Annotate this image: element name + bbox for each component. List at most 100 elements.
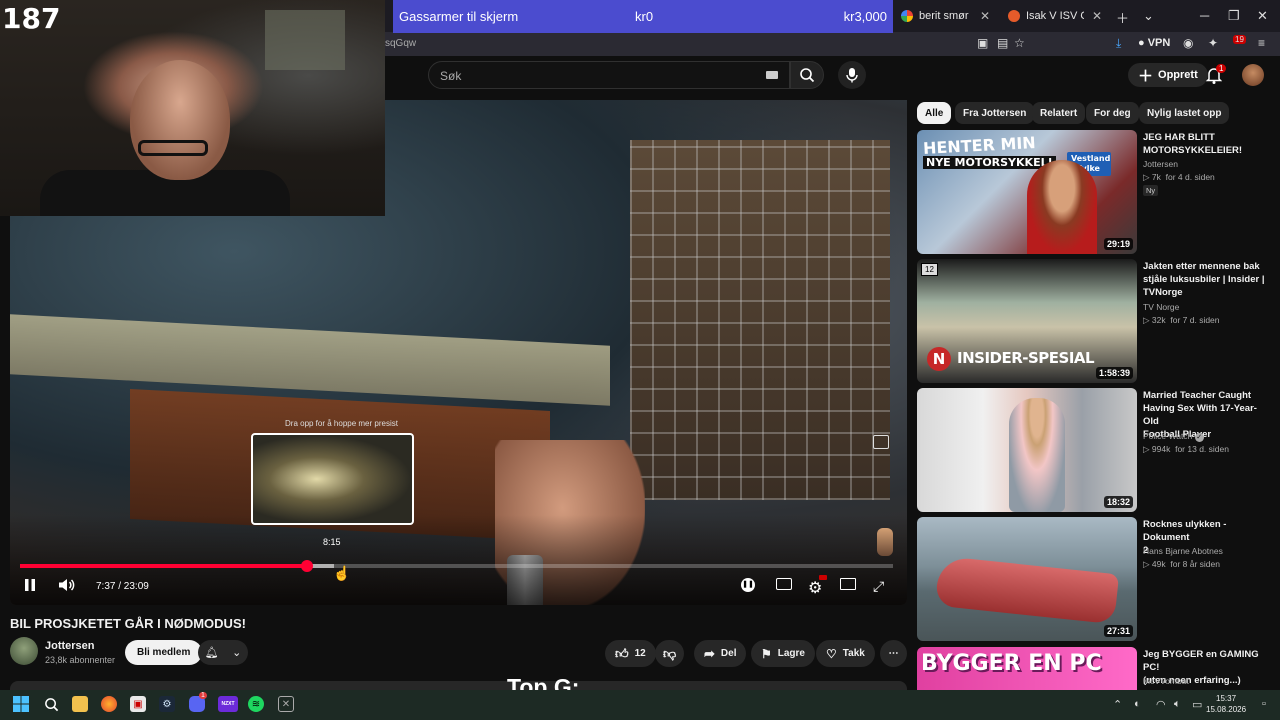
rec-channel[interactable]: Police Watch ✓ xyxy=(1143,431,1204,442)
channel-name[interactable]: Jottersen xyxy=(45,640,95,652)
clock-time: 15:37 xyxy=(1216,694,1237,703)
plus-icon: ＋ xyxy=(1138,67,1154,85)
window-close-icon[interactable]: ✕ xyxy=(1257,8,1268,24)
minimize-icon[interactable]: ─ xyxy=(1200,8,1209,23)
rec-age: for 4 d. siden xyxy=(1165,172,1215,182)
thanks-button[interactable]: ♡ Takk xyxy=(816,640,875,667)
reader-icon[interactable]: ▤ xyxy=(997,36,1008,50)
subscription-bell-button[interactable]: 🔔︎ ⌄ xyxy=(198,640,248,665)
donation-title: Gassarmer til skjerm xyxy=(399,9,519,24)
voice-search-button[interactable] xyxy=(838,61,866,89)
rec-channel[interactable]: Jottersen xyxy=(1143,159,1178,169)
app-icon[interactable]: ▣ xyxy=(130,696,146,712)
discord-badge: 1 xyxy=(199,692,207,699)
create-button[interactable]: ＋ Opprett xyxy=(1128,63,1208,87)
rec-title[interactable]: Jakten etter mennene bak stjåle luksusbi… xyxy=(1143,260,1271,299)
steam-icon[interactable]: ⚙ xyxy=(159,696,175,712)
close-icon[interactable]: ✕ xyxy=(980,9,990,23)
chevron-down-icon: ⌄ xyxy=(232,647,242,659)
new-badge: Ny xyxy=(1143,185,1159,196)
more-actions-button[interactable]: ⋯ xyxy=(880,640,907,667)
vpn-label: VPN xyxy=(1147,37,1171,49)
spotify-icon[interactable]: ≋ xyxy=(248,696,264,712)
maximize-icon[interactable]: ❐ xyxy=(1228,8,1240,24)
screenshot-icon[interactable]: ▣ xyxy=(977,36,988,50)
like-button[interactable]: 👍︎ 12 xyxy=(605,640,656,667)
autoplay-toggle[interactable]: ❚❚ xyxy=(741,578,755,592)
extensions-icon[interactable]: ✦ xyxy=(1208,36,1218,50)
user-avatar[interactable] xyxy=(1242,64,1264,86)
account-icon[interactable]: ◉ xyxy=(1183,36,1193,50)
search-button[interactable] xyxy=(790,61,824,89)
volume-icon xyxy=(59,579,75,591)
chip-from-channel[interactable]: Fra Jottersen xyxy=(955,102,1035,124)
share-button[interactable]: ➦ Del xyxy=(694,640,747,667)
fullscreen-button[interactable]: ⤢ xyxy=(873,578,884,595)
rec-channel[interactable]: McVVombat xyxy=(1143,676,1189,686)
file-explorer-icon[interactable] xyxy=(72,696,88,712)
tray-app-icon[interactable]: ◐ xyxy=(1134,698,1141,710)
save-button[interactable]: ⚑ Lagre xyxy=(751,640,815,667)
rec-title[interactable]: JEG HAR BLITT MOTORSYKKELEIER! xyxy=(1143,131,1271,157)
thumbs-down-icon: 👎︎ xyxy=(663,645,677,661)
thumb-person xyxy=(1027,160,1097,254)
system-clock[interactable]: 15:37 15.08.2026 xyxy=(1206,693,1246,715)
notifications-icon[interactable]: ▫ xyxy=(1262,698,1266,710)
battery-icon[interactable]: ▭ xyxy=(1192,698,1202,711)
url-text[interactable]: sqGqw xyxy=(385,38,416,49)
seek-preview-thumbnail xyxy=(251,433,414,525)
rec-thumbnail[interactable]: HENTER MIN NYE MOTORSYKKEL! Vestland fyl… xyxy=(917,130,1137,254)
chip-recently-uploaded[interactable]: Nylig lastet opp xyxy=(1139,102,1230,124)
volume-button[interactable] xyxy=(58,578,76,592)
rec-channel[interactable]: Hans Bjarne Abotnes xyxy=(1143,546,1223,556)
tray-chevron-up-icon[interactable]: ⌃ xyxy=(1113,698,1122,711)
channel-avatar[interactable] xyxy=(10,637,38,665)
bookmark-star-icon[interactable]: ☆ xyxy=(1014,36,1025,50)
subtitles-button[interactable] xyxy=(776,578,792,590)
chip-related[interactable]: Relatert xyxy=(1032,102,1086,124)
save-label: Lagre xyxy=(777,648,805,659)
seek-preview-time: 8:15 xyxy=(323,537,341,547)
browser-tab-isak[interactable]: Isak V ISV O5 C20 5 ✕ xyxy=(1000,4,1110,28)
taskbar-search-icon[interactable] xyxy=(43,696,59,712)
video-frame-firewood-cage xyxy=(630,140,890,500)
discord-icon[interactable]: 1 xyxy=(189,692,207,712)
windows-start-icon[interactable] xyxy=(13,696,29,712)
tab-list-chevron-icon[interactable]: ⌄ xyxy=(1143,8,1154,24)
search-icon xyxy=(800,68,815,83)
speaker-icon[interactable]: 🔈︎ xyxy=(1174,698,1181,711)
settings-button[interactable]: ⚙ xyxy=(808,575,827,598)
extension-badge[interactable]: 19 xyxy=(1233,35,1246,44)
chip-all[interactable]: Alle xyxy=(917,102,952,124)
miniplayer-button[interactable] xyxy=(840,578,856,590)
picture-in-picture-icon[interactable] xyxy=(873,435,889,449)
vpn-button[interactable]: ● VPN xyxy=(1138,37,1170,49)
nzxt-icon[interactable]: NZXT xyxy=(218,696,238,712)
pause-button[interactable] xyxy=(24,578,36,592)
webcam-overlay: 187 xyxy=(0,0,385,216)
wifi-icon[interactable]: ◠ xyxy=(1156,698,1166,711)
firefox-icon[interactable] xyxy=(101,696,117,712)
thumb-person xyxy=(1009,398,1065,512)
close-icon[interactable]: ✕ xyxy=(1092,9,1102,23)
search-input[interactable] xyxy=(428,61,790,89)
download-icon[interactable]: ⤓ xyxy=(1116,36,1121,51)
dislike-button[interactable]: 👎︎ xyxy=(655,640,685,667)
chip-for-you[interactable]: For deg xyxy=(1086,102,1139,124)
rec-thumbnail[interactable]: 18:32 xyxy=(917,388,1137,512)
autoplay-icon: ❚❚ xyxy=(741,578,755,592)
new-tab-icon[interactable]: ＋ xyxy=(1116,8,1129,27)
rec-channel[interactable]: TV Norge xyxy=(1143,302,1179,312)
rec-meta: ▷ 994k for 13 d. siden xyxy=(1143,444,1229,455)
rec-title-line: Rocknes ulykken - Dokument xyxy=(1143,519,1227,543)
join-button[interactable]: Bli medlem xyxy=(125,640,203,665)
rec-thumbnail[interactable]: BYGGER EN PC xyxy=(917,647,1137,690)
rec-title-line: Having Sex With 17-Year-Old xyxy=(1143,403,1257,427)
rec-thumbnail[interactable]: 27:31 xyxy=(917,517,1137,641)
terminal-icon[interactable]: ✕ xyxy=(278,696,294,712)
browser-tab-google[interactable]: berit smør - Google ✕ xyxy=(893,4,998,28)
rec-thumbnail[interactable]: 12 N INSIDER-SPESIAL 1:58:39 xyxy=(917,259,1137,383)
thumb-headline-2: NYE MOTORSYKKEL! xyxy=(923,156,1056,169)
menu-icon[interactable]: ≡ xyxy=(1258,36,1265,50)
keyboard-icon[interactable] xyxy=(766,71,778,79)
